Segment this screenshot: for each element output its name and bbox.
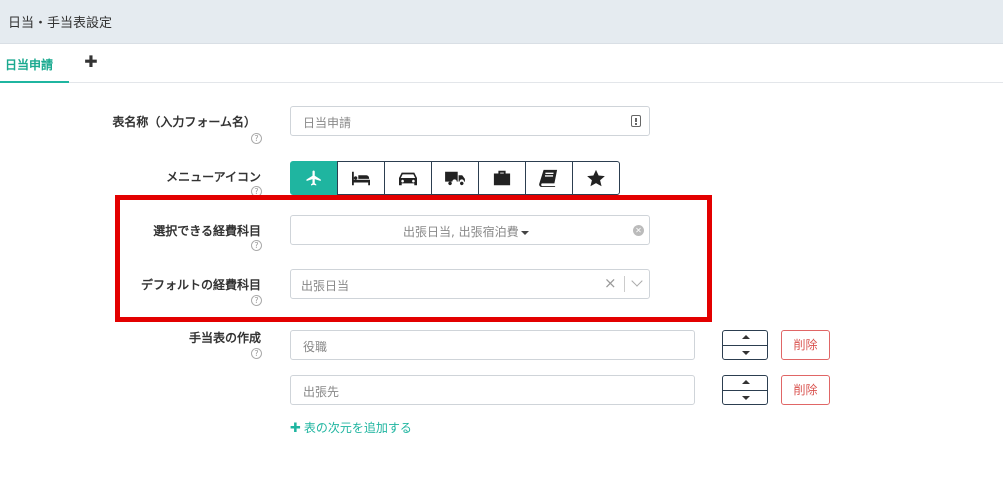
plus-icon: ✚ xyxy=(290,421,301,436)
highlight-box xyxy=(115,195,712,322)
page-header: 日当・手当表設定 xyxy=(0,0,1003,44)
star-icon[interactable] xyxy=(572,161,620,195)
bed-icon[interactable] xyxy=(337,161,385,195)
page-title: 日当・手当表設定 xyxy=(8,16,113,31)
reorder-stepper[interactable] xyxy=(722,375,768,405)
move-up-icon[interactable] xyxy=(742,380,750,384)
move-down-icon[interactable] xyxy=(742,396,750,400)
dimension-input-position[interactable]: 役職 xyxy=(290,330,695,360)
add-dimension-link[interactable]: ✚ 表の次元を追加する xyxy=(290,419,412,436)
add-dimension-label: 表の次元を追加する xyxy=(303,421,412,435)
briefcase-icon[interactable] xyxy=(478,161,526,195)
dimension-value: 出張先 xyxy=(303,385,340,399)
truck-icon[interactable] xyxy=(431,161,479,195)
reorder-stepper[interactable] xyxy=(722,330,768,360)
car-icon[interactable] xyxy=(384,161,432,195)
help-icon[interactable]: ? xyxy=(251,348,262,359)
move-up-icon[interactable] xyxy=(742,335,750,339)
menu-icon-label: メニューアイコン xyxy=(166,170,261,184)
dimension-value: 役職 xyxy=(303,340,328,354)
tab-daily-allowance[interactable]: 日当申請 xyxy=(0,44,69,83)
dimension-input-destination[interactable]: 出張先 xyxy=(290,375,695,405)
contact-card-icon xyxy=(631,115,641,127)
tab-bar: 日当申請 ✚ xyxy=(0,44,1003,83)
book-icon[interactable] xyxy=(525,161,573,195)
table-name-value: 日当申請 xyxy=(303,116,352,130)
delete-button[interactable]: 削除 xyxy=(781,375,830,405)
plus-icon[interactable]: ✚ xyxy=(82,53,100,71)
allowance-table-label: 手当表の作成 xyxy=(188,331,261,345)
help-icon[interactable]: ? xyxy=(251,133,262,144)
move-down-icon[interactable] xyxy=(742,351,750,355)
delete-button[interactable]: 削除 xyxy=(781,330,830,360)
menu-icon-selector xyxy=(290,161,620,195)
airplane-icon[interactable] xyxy=(290,161,338,195)
table-name-input[interactable]: 日当申請 xyxy=(290,106,650,136)
table-name-label: 表名称（入力フォーム名） xyxy=(112,115,256,129)
